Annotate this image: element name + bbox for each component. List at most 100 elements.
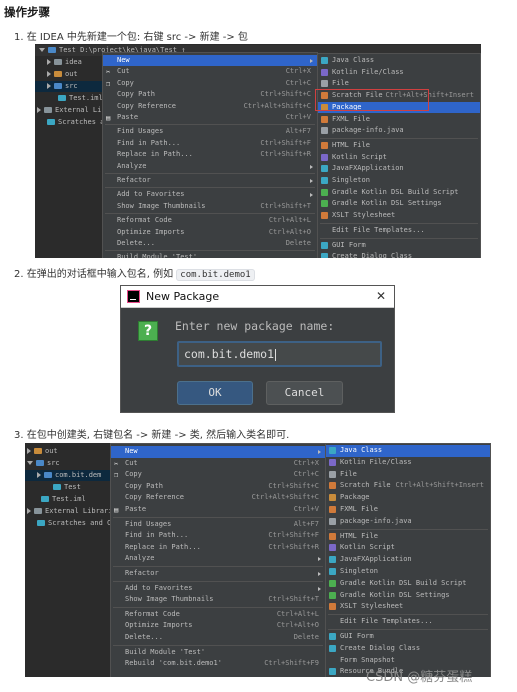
menu-separator bbox=[328, 614, 488, 616]
package-name-input[interactable]: com.bit.demo1 bbox=[177, 341, 382, 367]
ok-button[interactable]: OK bbox=[177, 381, 253, 405]
menu-item-label: Reformat Code bbox=[125, 609, 180, 618]
menu-item-cut[interactable]: ✂ Cut Ctrl+X bbox=[111, 458, 325, 470]
menu-item-label: Add to Favorites bbox=[117, 190, 185, 199]
submenu-item-gradle-kotlin-dsl-build-script[interactable]: Gradle Kotlin DSL Build Script bbox=[326, 578, 490, 590]
tree-item-iml[interactable]: Test.iml bbox=[41, 494, 86, 505]
menu-item-copy-reference[interactable]: Copy Reference Ctrl+Alt+Shift+C bbox=[103, 101, 317, 112]
menu-item-optimize-imports[interactable]: Optimize Imports Ctrl+Alt+O bbox=[111, 620, 325, 632]
submenu-item-html-file[interactable]: HTML File bbox=[326, 531, 490, 543]
menu-item-find-in-path[interactable]: Find in Path... Ctrl+Shift+F bbox=[103, 138, 317, 149]
menu-item-find-usages[interactable]: Find Usages Alt+F7 bbox=[111, 519, 325, 531]
submenu-item-edit-file-templates[interactable]: Edit File Templates... bbox=[326, 616, 490, 628]
submenu-item-html-file[interactable]: HTML File bbox=[318, 140, 480, 152]
singleton-icon bbox=[329, 568, 336, 575]
submenu-item-gradle-kotlin-dsl-settings[interactable]: Gradle Kotlin DSL Settings bbox=[326, 590, 490, 602]
tree-item-external[interactable]: External Librarie bbox=[27, 506, 117, 517]
menu-item-copy[interactable]: ❐ Copy Ctrl+C bbox=[111, 469, 325, 481]
javafxapplication-icon bbox=[329, 556, 336, 564]
step-number: 3. bbox=[14, 430, 24, 441]
submenu-item-package-info-java[interactable]: package-info.java bbox=[318, 125, 480, 137]
menu-item-refactor[interactable]: Refactor bbox=[103, 175, 317, 186]
submenu-item-form-snapshot[interactable]: Form Snapshot bbox=[326, 655, 490, 667]
menu-item-new[interactable]: New bbox=[103, 55, 317, 67]
submenu-item-edit-file-templates[interactable]: Edit File Templates... bbox=[318, 225, 480, 237]
submenu-item-javafxapplication[interactable]: JavaFXApplication bbox=[318, 163, 480, 175]
question-icon: ? bbox=[138, 321, 158, 341]
menu-item-reformat-code[interactable]: Reformat Code Ctrl+Alt+L bbox=[103, 215, 317, 226]
menu-item-find-in-path[interactable]: Find in Path... Ctrl+Shift+F bbox=[111, 530, 325, 542]
cancel-button[interactable]: Cancel bbox=[266, 381, 343, 405]
submenu-item-gradle-kotlin-dsl-build-script[interactable]: Gradle Kotlin DSL Build Script bbox=[318, 187, 480, 199]
tree-item-external[interactable]: External Li bbox=[37, 105, 101, 116]
menu-item-delete[interactable]: Delete... Delete bbox=[103, 238, 317, 249]
submenu-item-label: HTML File bbox=[332, 140, 370, 149]
submenu-item-create-dialog-class[interactable]: Create Dialog Class bbox=[318, 251, 480, 258]
menu-item-replace-in-path[interactable]: Replace in Path... Ctrl+Shift+R bbox=[103, 149, 317, 160]
menu-item-paste[interactable]: ▤ Paste Ctrl+V bbox=[103, 112, 317, 123]
menu-item-show-image-thumbnails[interactable]: Show Image Thumbnails Ctrl+Shift+T bbox=[103, 201, 317, 212]
menu-item-optimize-imports[interactable]: Optimize Imports Ctrl+Alt+O bbox=[103, 227, 317, 238]
submenu-item-javafxapplication[interactable]: JavaFXApplication bbox=[326, 554, 490, 566]
submenu-item-gui-form[interactable]: GUI Form bbox=[326, 631, 490, 643]
menu-item-delete[interactable]: Delete... Delete bbox=[111, 632, 325, 644]
menu-item-copy-reference[interactable]: Copy Reference Ctrl+Alt+Shift+C bbox=[111, 492, 325, 504]
menu-item-show-image-thumbnails[interactable]: Show Image Thumbnails Ctrl+Shift+T bbox=[111, 594, 325, 606]
menu-item-copy-path[interactable]: Copy Path Ctrl+Shift+C bbox=[111, 481, 325, 493]
submenu-item-kotlin-script[interactable]: Kotlin Script bbox=[326, 542, 490, 554]
menu-item-new[interactable]: New bbox=[111, 446, 325, 458]
menu-item-build-module-test[interactable]: Build Module 'Test' bbox=[111, 647, 325, 659]
menu-item-shortcut: Ctrl+Shift+R bbox=[260, 150, 311, 159]
submenu-item-gui-form[interactable]: GUI Form bbox=[318, 240, 480, 252]
submenu-item-package[interactable]: Package bbox=[326, 492, 490, 504]
menu-item-analyze[interactable]: Analyze bbox=[103, 161, 317, 172]
submenu-item-fxml-file[interactable]: FXML File bbox=[326, 504, 490, 516]
menu-item-paste[interactable]: ▤ Paste Ctrl+V bbox=[111, 504, 325, 516]
menu-item-shortcut: Ctrl+Shift+R bbox=[268, 542, 319, 551]
menu-item-find-usages[interactable]: Find Usages Alt+F7 bbox=[103, 126, 317, 137]
tree-item-scratches[interactable]: Scratches a bbox=[47, 117, 104, 128]
submenu-item-singleton[interactable]: Singleton bbox=[326, 566, 490, 578]
submenu-item-kotlin-file-class[interactable]: Kotlin File/Class bbox=[318, 67, 480, 79]
package-icon bbox=[44, 472, 52, 478]
tree-item-package[interactable]: com.bit.dem bbox=[25, 470, 117, 481]
menu-item-rebuild-com-bit-demo1[interactable]: Rebuild 'com.bit.demo1' Ctrl+Shift+F9 bbox=[111, 658, 325, 670]
menu-item-analyze[interactable]: Analyze bbox=[111, 553, 325, 565]
submenu-item-gradle-kotlin-dsl-settings[interactable]: Gradle Kotlin DSL Settings bbox=[318, 198, 480, 210]
tree-item-src[interactable]: src bbox=[27, 458, 60, 469]
submenu-item-package-info-java[interactable]: package-info.java bbox=[326, 516, 490, 528]
tree-item-test-class[interactable]: Test bbox=[53, 482, 81, 493]
submenu-item-xslt-stylesheet[interactable]: XSLT Stylesheet bbox=[318, 210, 480, 222]
step-3: 3. 在包中创建类, 右键包名 -> 新建 -> 类, 然后输入类名即可. bbox=[14, 426, 289, 441]
tree-item-src[interactable]: src bbox=[35, 81, 107, 92]
menu-item-add-to-favorites[interactable]: Add to Favorites bbox=[103, 189, 317, 200]
menu-item-reformat-code[interactable]: Reformat Code Ctrl+Alt+L bbox=[111, 609, 325, 621]
submenu-item-singleton[interactable]: Singleton bbox=[318, 175, 480, 187]
submenu-item-scratch-file[interactable]: Scratch File Ctrl+Alt+Shift+Insert bbox=[326, 480, 490, 492]
html-file-icon bbox=[321, 141, 328, 149]
menu-item-refactor[interactable]: Refactor bbox=[111, 568, 325, 580]
submenu-item-java-class[interactable]: Java Class bbox=[318, 55, 480, 67]
menu-item-copy-path[interactable]: Copy Path Ctrl+Shift+C bbox=[103, 89, 317, 100]
menu-separator bbox=[105, 124, 315, 126]
menu-item-add-to-favorites[interactable]: Add to Favorites bbox=[111, 583, 325, 595]
submenu-item-kotlin-file-class[interactable]: Kotlin File/Class bbox=[326, 457, 490, 469]
menu-item-build-module-test[interactable]: Build Module 'Test' bbox=[103, 252, 317, 258]
tree-item-scratches[interactable]: Scratches and Con bbox=[37, 518, 120, 529]
close-icon[interactable]: ✕ bbox=[376, 289, 386, 303]
new-package-dialog: New Package ✕ ? Enter new package name: … bbox=[120, 285, 395, 413]
submenu-item-create-dialog-class[interactable]: Create Dialog Class bbox=[326, 643, 490, 655]
tree-item-out[interactable]: out bbox=[27, 446, 58, 457]
submenu-item-file[interactable]: File bbox=[326, 469, 490, 481]
menu-item-cut[interactable]: ✂ Cut Ctrl+X bbox=[103, 66, 317, 77]
submenu-item-java-class[interactable]: Java Class bbox=[326, 445, 490, 457]
tree-item-iml[interactable]: Test.iml bbox=[58, 93, 103, 104]
submenu-item-xslt-stylesheet[interactable]: XSLT Stylesheet bbox=[326, 601, 490, 613]
tree-item-idea[interactable]: idea bbox=[47, 57, 82, 68]
menu-item-copy[interactable]: ❐ Copy Ctrl+C bbox=[103, 78, 317, 89]
menu-item-replace-in-path[interactable]: Replace in Path... Ctrl+Shift+R bbox=[111, 542, 325, 554]
tree-item-out[interactable]: out bbox=[47, 69, 78, 80]
menu-item-shortcut: Delete bbox=[293, 633, 319, 641]
submenu-item-fxml-file[interactable]: FXML File bbox=[318, 114, 480, 126]
submenu-item-kotlin-script[interactable]: Kotlin Script bbox=[318, 152, 480, 164]
